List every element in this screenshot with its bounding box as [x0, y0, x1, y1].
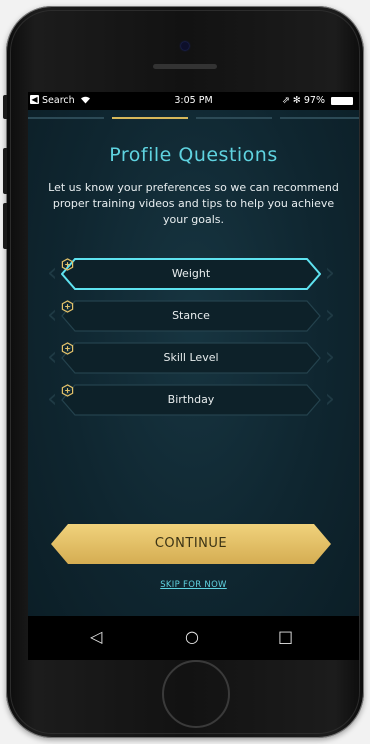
skip-for-now-link[interactable]: SKIP FOR NOW	[28, 580, 359, 590]
progress-segment-2	[112, 117, 188, 119]
volume-up-button	[3, 148, 7, 194]
plus-hexagon-icon	[61, 384, 74, 397]
page-subtitle: Let us know your preferences so we can r…	[48, 181, 339, 226]
continue-button-label: CONTINUE	[154, 536, 228, 551]
app-screen: ◀ Search 3:05 PM ⇗ ✻ 97% Profile Questio…	[28, 92, 359, 660]
field-label: Skill Level	[163, 351, 219, 364]
progress-segment-4	[280, 117, 359, 119]
plus-hexagon-icon	[61, 342, 74, 355]
volume-down-button	[3, 203, 7, 249]
nav-recents-icon[interactable]: □	[278, 628, 293, 646]
chevron-right-icon: ›	[324, 258, 335, 288]
earpiece-speaker	[153, 64, 217, 69]
progress-segment-3	[196, 117, 272, 119]
mute-switch	[3, 95, 7, 119]
page-title: Profile Questions	[109, 144, 278, 166]
field-label: Weight	[171, 267, 211, 280]
chevron-left-icon: ‹	[47, 300, 58, 330]
plus-hexagon-icon	[61, 258, 74, 271]
chevron-left-icon: ‹	[47, 342, 58, 372]
chevron-right-icon: ›	[324, 384, 335, 414]
plus-hexagon-icon	[61, 300, 74, 313]
status-bar: ◀ Search 3:05 PM ⇗ ✻ 97%	[28, 92, 359, 110]
progress-segment-1	[28, 117, 104, 119]
field-label: Birthday	[167, 393, 215, 406]
nav-home-icon[interactable]: ○	[185, 628, 199, 646]
home-button[interactable]	[162, 660, 230, 728]
birthday-field[interactable]: ‹ › Birthday	[47, 384, 335, 416]
nav-back-icon[interactable]: ◁	[90, 628, 102, 646]
chevron-right-icon: ›	[324, 342, 335, 372]
field-label: Stance	[172, 309, 210, 322]
weight-field[interactable]: ‹ › Weight	[47, 258, 335, 290]
front-camera	[181, 42, 189, 50]
step-progress	[28, 117, 359, 119]
chevron-left-icon: ‹	[47, 384, 58, 414]
chevron-right-icon: ›	[324, 300, 335, 330]
stance-field[interactable]: ‹ › Stance	[47, 300, 335, 332]
continue-button[interactable]: CONTINUE	[50, 523, 332, 565]
skill-level-field[interactable]: ‹ › Skill Level	[47, 342, 335, 374]
battery-icon	[331, 97, 353, 105]
chevron-left-icon: ‹	[47, 258, 58, 288]
status-indicators: ⇗ ✻ 97%	[281, 95, 325, 106]
android-nav-bar: ◁ ○ □	[28, 616, 359, 660]
